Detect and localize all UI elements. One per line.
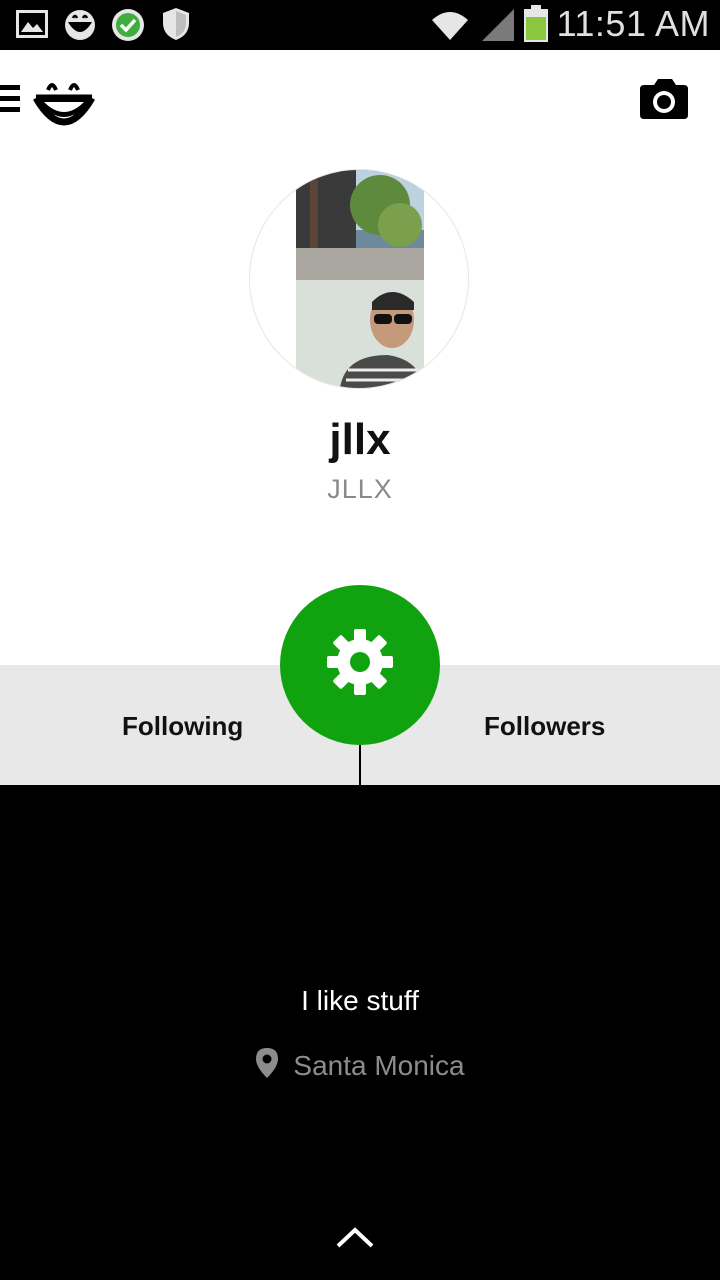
- gallery-icon: [16, 10, 48, 43]
- status-time: 11:51 AM: [556, 3, 710, 44]
- display-name: JLLX: [327, 474, 393, 504]
- bio-text: I like stuff: [301, 985, 419, 1016]
- location-pin-icon: [255, 1047, 279, 1086]
- profile-avatar[interactable]: [250, 170, 468, 388]
- location-text: Santa Monica: [293, 1050, 465, 1081]
- wifi-icon: [430, 8, 470, 47]
- check-circle-icon: [110, 7, 146, 48]
- battery-icon: [522, 5, 550, 48]
- camera-icon[interactable]: [638, 77, 690, 126]
- bio-panel: I like stuff Santa Monica: [0, 785, 720, 1280]
- gear-icon: [327, 629, 393, 695]
- hamburger-icon[interactable]: [0, 85, 22, 115]
- status-bar: 11:51 AM: [0, 0, 720, 50]
- tab-followers[interactable]: Followers: [484, 665, 605, 785]
- shield-icon: [160, 6, 192, 47]
- smiley-notification-icon: [62, 8, 98, 47]
- divider-line: [359, 745, 361, 785]
- signal-icon: [480, 8, 516, 47]
- tab-following[interactable]: Following: [122, 665, 243, 785]
- settings-button[interactable]: [280, 585, 440, 745]
- location: Santa Monica: [0, 1047, 720, 1086]
- smiley-logo-icon[interactable]: [32, 78, 96, 137]
- app-bar: [0, 50, 720, 160]
- username: jllx: [329, 415, 391, 464]
- chevron-up-icon[interactable]: [335, 1225, 375, 1254]
